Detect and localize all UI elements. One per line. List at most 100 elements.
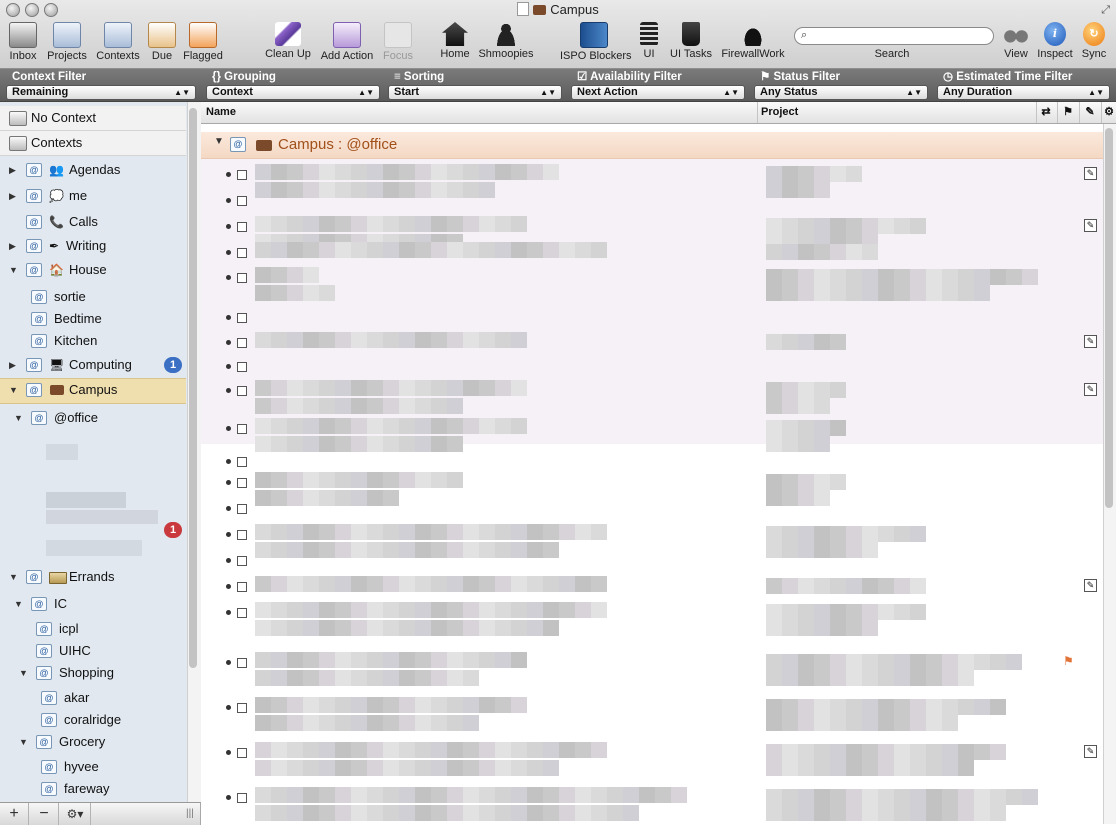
- action-checkbox[interactable]: [237, 658, 247, 668]
- note-icon[interactable]: ✎: [1084, 745, 1097, 758]
- sidebar-item-grocery[interactable]: ▼ @ Grocery: [0, 731, 186, 753]
- sidebar-item-me[interactable]: ▶ @ 💭 me: [0, 185, 186, 207]
- sidebar-item-akar[interactable]: @ akar: [0, 687, 186, 709]
- remove-context-button[interactable]: −: [30, 803, 59, 825]
- action-checkbox[interactable]: [237, 424, 247, 434]
- sidebar-scroll-thumb[interactable]: [189, 108, 197, 668]
- sidebar-item-agendas[interactable]: ▶ @ 👥 Agendas: [0, 159, 186, 181]
- action-row[interactable]: ✎: [201, 332, 1103, 356]
- action-checkbox[interactable]: [237, 196, 247, 206]
- sidebar-item-campus[interactable]: ▼ @ Campus: [0, 378, 186, 404]
- disclosure-down-icon[interactable]: ▼: [14, 593, 23, 615]
- action-checkbox[interactable]: [237, 530, 247, 540]
- sidebar-item-calls[interactable]: @ 📞 Calls: [0, 211, 186, 233]
- sidebar-item-computing[interactable]: ▶ @ 🖥 Computing 1: [0, 354, 186, 376]
- sidebar-item-ic[interactable]: ▼ @ IC: [0, 593, 186, 615]
- action-row[interactable]: [201, 307, 1103, 331]
- sidebar-item-writing[interactable]: ▶ @ ✒ Writing: [0, 235, 186, 257]
- note-icon[interactable]: ✎: [1084, 383, 1097, 396]
- action-row[interactable]: [201, 550, 1103, 574]
- gear-menu-button[interactable]: ⚙▾: [60, 803, 91, 825]
- note-icon[interactable]: ✎: [1084, 579, 1097, 592]
- action-row[interactable]: [201, 242, 1103, 266]
- action-row[interactable]: ✎: [201, 576, 1103, 600]
- disclosure-right-icon[interactable]: ▶: [9, 159, 16, 181]
- sync-button[interactable]: ↻ Sync: [1078, 22, 1110, 66]
- sidebar-item-icpl[interactable]: @ icpl: [0, 618, 186, 640]
- note-icon[interactable]: ✎: [1084, 167, 1097, 180]
- action-row[interactable]: [201, 267, 1103, 307]
- action-row[interactable]: ✎: [201, 380, 1103, 420]
- sidebar-item-blurred[interactable]: 1: [0, 519, 186, 541]
- note-column-icon[interactable]: ✎: [1081, 104, 1099, 121]
- flag-icon[interactable]: ⚑: [1063, 654, 1074, 668]
- disclosure-down-icon[interactable]: ▼: [19, 731, 28, 753]
- context-filter-select[interactable]: Remaining ▲▼: [6, 85, 196, 100]
- projects-button[interactable]: Projects: [44, 22, 90, 66]
- shmoopies-perspective-button[interactable]: Shmoopies: [476, 22, 536, 66]
- disclosure-right-icon[interactable]: ▶: [9, 354, 16, 376]
- flagged-button[interactable]: Flagged: [182, 22, 224, 66]
- sidebar-item-bedtime[interactable]: @ Bedtime: [0, 308, 186, 330]
- action-checkbox[interactable]: [237, 362, 247, 372]
- action-row[interactable]: [201, 697, 1103, 737]
- sidebar-item-office[interactable]: ▼ @ @office: [0, 407, 186, 429]
- project-column-header[interactable]: Project: [761, 106, 798, 118]
- action-row[interactable]: [201, 190, 1103, 214]
- outline-scroll-thumb[interactable]: [1105, 128, 1113, 508]
- action-row[interactable]: [201, 356, 1103, 380]
- focus-button[interactable]: Focus: [380, 22, 416, 66]
- action-row[interactable]: ⚑: [201, 652, 1103, 692]
- estimated-time-filter-select[interactable]: Any Duration ▲▼: [937, 85, 1110, 100]
- column-divider[interactable]: [1057, 102, 1058, 123]
- sidebar-item-contexts[interactable]: Contexts: [0, 131, 186, 156]
- action-checkbox[interactable]: [237, 556, 247, 566]
- column-gear-icon[interactable]: ⚙: [1100, 104, 1116, 121]
- due-button[interactable]: Due: [146, 22, 178, 66]
- contexts-button[interactable]: Contexts: [94, 22, 142, 66]
- disclosure-down-icon[interactable]: ▼: [9, 379, 18, 401]
- action-checkbox[interactable]: [237, 504, 247, 514]
- action-checkbox[interactable]: [237, 273, 247, 283]
- name-column-header[interactable]: Name: [206, 106, 236, 118]
- action-row[interactable]: [201, 787, 1103, 824]
- grouping-filter-select[interactable]: Context ▲▼: [206, 85, 380, 100]
- action-checkbox[interactable]: [237, 386, 247, 396]
- ispo-blockers-perspective-button[interactable]: ISPO Blockers: [560, 22, 632, 66]
- action-row[interactable]: [201, 498, 1103, 522]
- note-icon[interactable]: ✎: [1084, 219, 1097, 232]
- disclosure-down-icon[interactable]: ▼: [214, 136, 224, 147]
- repeat-column-icon[interactable]: ⇄: [1037, 104, 1055, 121]
- action-checkbox[interactable]: [237, 313, 247, 323]
- firewallwork-perspective-button[interactable]: FirewallWork: [721, 22, 785, 66]
- action-checkbox[interactable]: [237, 478, 247, 488]
- search-field[interactable]: ⌕: [794, 27, 994, 45]
- action-checkbox[interactable]: [237, 582, 247, 592]
- fullscreen-icon[interactable]: ⤢: [1101, 4, 1110, 17]
- sidebar-item-house[interactable]: ▼ @ 🏠 House: [0, 259, 186, 281]
- add-action-button[interactable]: Add Action: [318, 22, 376, 66]
- sidebar-item-shopping[interactable]: ▼ @ Shopping: [0, 662, 186, 684]
- action-checkbox[interactable]: [237, 793, 247, 803]
- action-row[interactable]: [201, 602, 1103, 642]
- ui-perspective-button[interactable]: UI: [636, 22, 662, 66]
- flag-column-icon[interactable]: ⚑: [1059, 104, 1077, 121]
- disclosure-down-icon[interactable]: ▼: [14, 407, 23, 429]
- action-checkbox[interactable]: [237, 457, 247, 467]
- action-checkbox[interactable]: [237, 248, 247, 258]
- sidebar-item-no-context[interactable]: No Context: [0, 106, 186, 131]
- sidebar-item-fareway[interactable]: @ fareway: [0, 778, 186, 800]
- disclosure-down-icon[interactable]: ▼: [9, 259, 18, 281]
- column-divider[interactable]: [757, 102, 758, 123]
- action-checkbox[interactable]: [237, 170, 247, 180]
- disclosure-down-icon[interactable]: ▼: [19, 662, 28, 684]
- home-perspective-button[interactable]: Home: [437, 22, 473, 66]
- clean-up-button[interactable]: Clean Up: [264, 22, 312, 66]
- split-handle-icon[interactable]: |||: [186, 808, 194, 819]
- note-icon[interactable]: ✎: [1084, 335, 1097, 348]
- sidebar-item-errands[interactable]: ▼ @ Errands: [0, 566, 186, 588]
- ui-tasks-perspective-button[interactable]: UI Tasks: [669, 22, 713, 66]
- view-button[interactable]: View: [1000, 22, 1032, 66]
- status-filter-select[interactable]: Any Status ▲▼: [754, 85, 928, 100]
- sorting-filter-select[interactable]: Start ▲▼: [388, 85, 562, 100]
